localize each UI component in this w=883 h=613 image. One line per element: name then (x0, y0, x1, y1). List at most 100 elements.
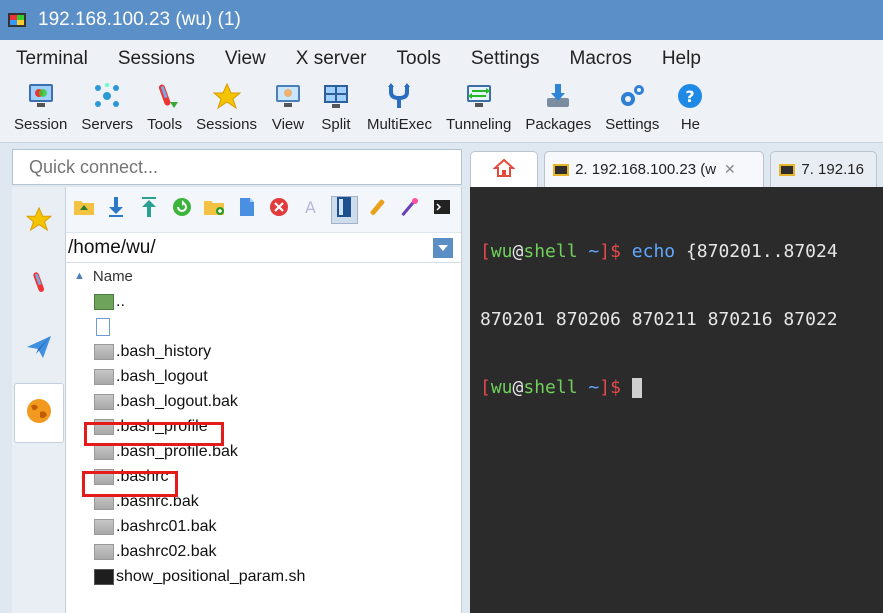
file-row[interactable]: .bash_history (66, 339, 461, 364)
open-terminal-folder-button[interactable] (330, 195, 359, 224)
view-monitor-icon (271, 81, 305, 111)
file-name: .bash_logout.bak (116, 392, 238, 410)
magic-wand-button[interactable] (396, 196, 424, 224)
sftp-file-browser: A /home/wu/ ▲ Name .. .bash_history .bas… (66, 187, 462, 613)
svg-text:A: A (305, 198, 316, 217)
terminal-button[interactable] (428, 196, 456, 224)
help-icon: ? (673, 81, 707, 111)
menu-bar: Terminal Sessions View X server Tools Se… (0, 40, 883, 77)
file-name: show_positional_param.sh (116, 567, 306, 585)
file-row[interactable]: .bash_logout (66, 364, 461, 389)
terminal-panel-icon (336, 196, 352, 223)
column-header-name[interactable]: ▲ Name (66, 263, 461, 289)
title-bar: 192.168.100.23 (wu) (1) (0, 0, 883, 40)
main-toolbar: Session Servers Tools Sessions View Spli… (0, 77, 883, 143)
view-button[interactable]: View (271, 77, 305, 133)
split-button[interactable]: Split (319, 77, 353, 133)
file-row[interactable]: .bashrc02.bak (66, 539, 461, 564)
tunneling-icon (462, 81, 496, 111)
properties-button[interactable] (363, 196, 391, 224)
terminal-line-output: 870201 870206 870211 870216 87022 (480, 309, 838, 330)
tools-button[interactable]: Tools (147, 77, 182, 133)
terminal-line-command: [wu@shell ~]$ echo {870201..87024 (480, 241, 838, 262)
file-browser-toolbar: A (66, 187, 461, 233)
chevron-down-icon (437, 239, 449, 257)
path-bar: /home/wu/ (66, 233, 461, 263)
file-name: .bash_history (116, 342, 212, 360)
path-field[interactable]: /home/wu/ (66, 237, 156, 259)
new-file-button[interactable] (233, 196, 261, 224)
tools-icon (25, 268, 53, 303)
sort-ascending-icon: ▲ (74, 270, 85, 282)
sidebar-tab-sessions[interactable] (14, 191, 64, 251)
terminal-icon (433, 199, 451, 220)
file-icon (94, 518, 114, 535)
menu-macros[interactable]: Macros (566, 48, 636, 70)
file-row[interactable]: .bashrc01.bak (66, 514, 461, 539)
file-row-parent[interactable]: .. (66, 289, 461, 314)
sidebar-tab-tools[interactable] (14, 255, 64, 315)
terminal-line-prompt: [wu@shell ~]$ (480, 375, 883, 401)
close-icon[interactable]: ✕ (724, 161, 736, 178)
text-cursor (631, 378, 642, 398)
svg-text:?: ? (686, 87, 695, 106)
folder-up-icon (73, 198, 95, 221)
star-icon (210, 81, 244, 111)
multiexec-fork-icon (382, 81, 416, 111)
parent-folder-button[interactable] (70, 196, 98, 224)
help-button[interactable]: ? He (673, 77, 707, 133)
home-icon (492, 158, 516, 182)
menu-terminal[interactable]: Terminal (12, 48, 92, 70)
servers-network-icon (90, 81, 124, 111)
menu-tools[interactable]: Tools (393, 48, 445, 70)
file-row-blank[interactable] (66, 314, 461, 339)
packages-download-icon (541, 81, 575, 111)
tunneling-button[interactable]: Tunneling (446, 77, 511, 133)
menu-view[interactable]: View (221, 48, 270, 70)
magic-wand-icon (399, 196, 421, 223)
file-name: .bashrc02.bak (116, 542, 217, 560)
sessions-button[interactable]: Sessions (196, 77, 257, 133)
file-row[interactable]: show_positional_param.sh (66, 564, 461, 589)
terminal-tab-icon (553, 163, 570, 176)
blank-file-icon (96, 317, 110, 336)
paper-plane-icon (25, 334, 53, 365)
download-button[interactable] (103, 196, 131, 224)
terminal-output[interactable]: [wu@shell ~]$ echo {870201..87024 870201… (470, 187, 883, 613)
path-dropdown-button[interactable] (433, 238, 453, 258)
menu-x-server[interactable]: X server (292, 48, 371, 70)
side-tab-bar (12, 187, 66, 613)
quick-connect-box (12, 149, 462, 185)
gears-icon (615, 81, 649, 111)
upload-button[interactable] (135, 196, 163, 224)
red-highlight-box-bashrc (82, 471, 178, 497)
download-icon (107, 196, 125, 223)
red-highlight-box-bash-profile (84, 422, 224, 446)
tab-home[interactable] (470, 151, 539, 187)
refresh-button[interactable] (168, 196, 196, 224)
menu-help[interactable]: Help (658, 48, 705, 70)
packages-button[interactable]: Packages (525, 77, 591, 133)
file-row[interactable]: .bash_logout.bak (66, 389, 461, 414)
multiexec-button[interactable]: MultiExec (367, 77, 432, 133)
tab-session-7[interactable]: 7. 192.16 (770, 151, 877, 187)
file-name: .. (116, 292, 125, 310)
sidebar-tab-sftp[interactable] (14, 383, 64, 443)
new-folder-button[interactable] (200, 196, 228, 224)
session-monitor-icon (24, 81, 58, 111)
delete-button[interactable] (265, 196, 293, 224)
menu-sessions[interactable]: Sessions (114, 48, 199, 70)
settings-button[interactable]: Settings (605, 77, 659, 133)
mobaxterm-app-icon (8, 11, 28, 29)
sidebar-tab-macros[interactable] (14, 319, 64, 379)
wrench-icon (366, 196, 388, 223)
session-button[interactable]: Session (14, 77, 67, 133)
tab-label: 7. 192.16 (801, 161, 864, 178)
file-name: .bashrc01.bak (116, 517, 217, 535)
menu-settings[interactable]: Settings (467, 48, 544, 70)
servers-button[interactable]: Servers (81, 77, 133, 133)
tab-session-2[interactable]: 2. 192.168.100.23 (w ✕ (544, 151, 765, 187)
file-icon (94, 343, 114, 360)
rename-button[interactable]: A (298, 196, 326, 224)
quick-connect-input[interactable] (13, 156, 413, 178)
